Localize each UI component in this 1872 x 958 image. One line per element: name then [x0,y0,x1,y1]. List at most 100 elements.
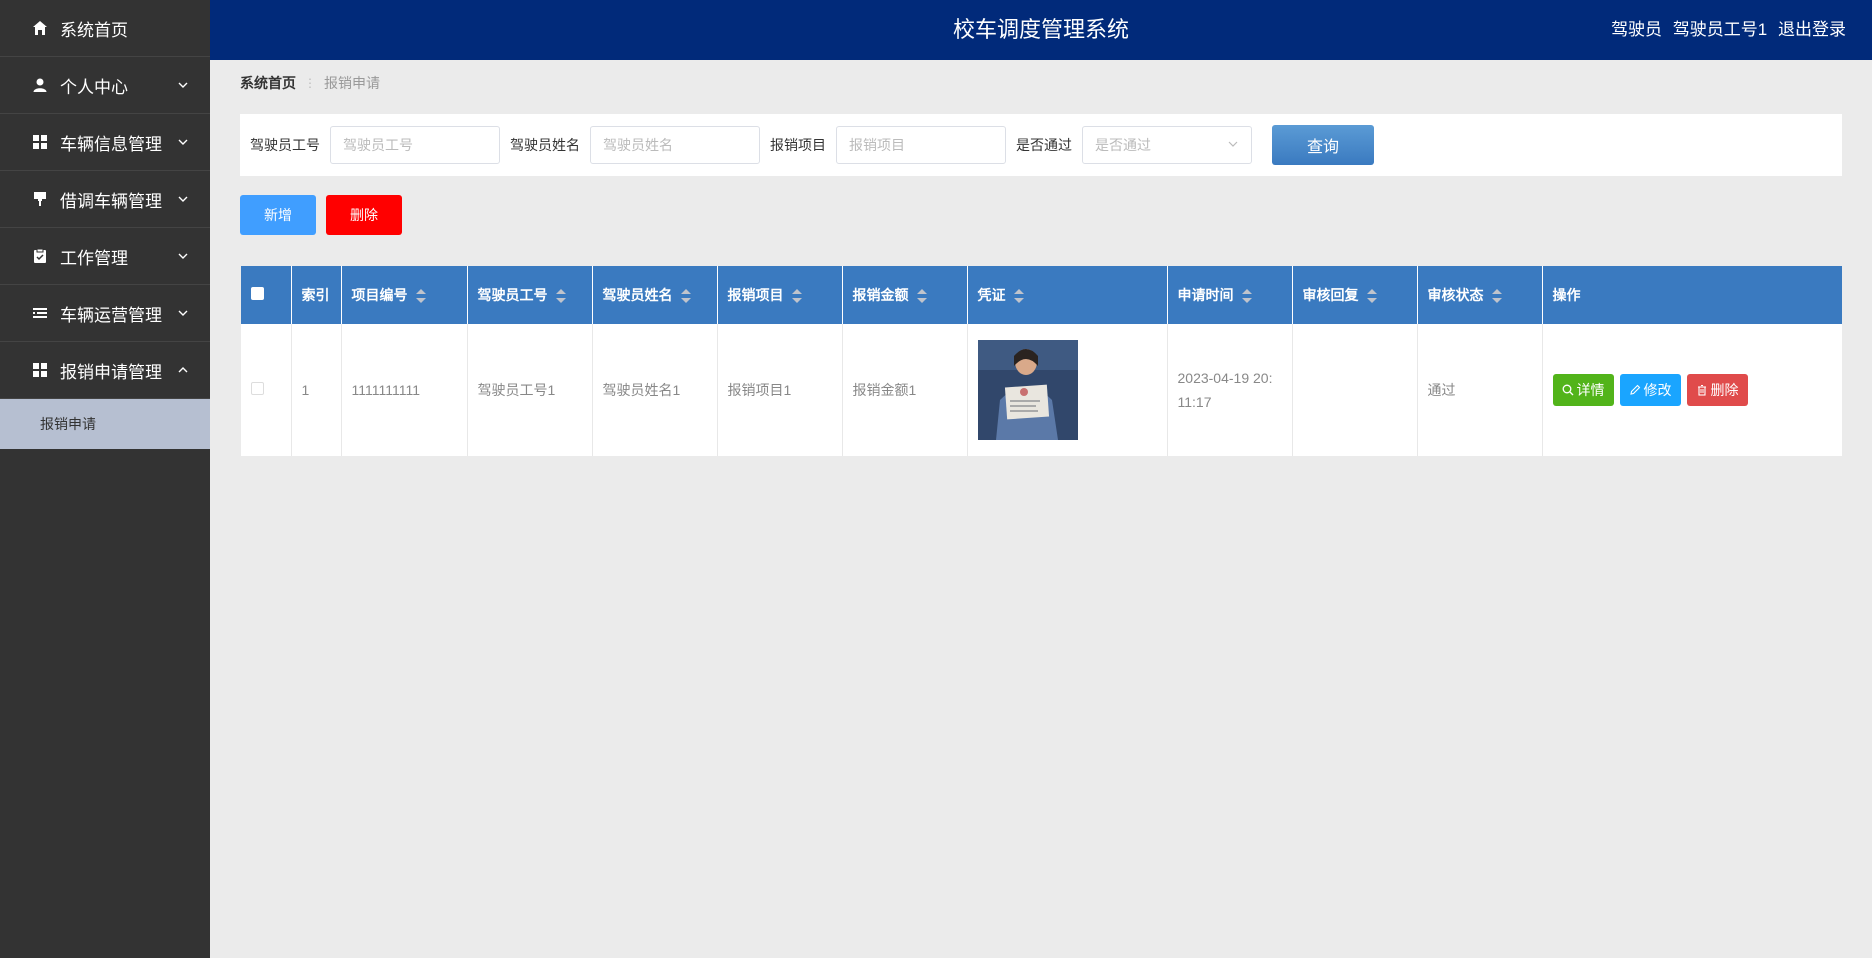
sidebar: 系统首页 个人中心 车辆信息管理 借调车辆管理 工作管理 车辆运营管理 报销申请… [0,0,210,958]
table-header-row: 索引 项目编号 驾驶员工号 驾驶员姓名 报销项目 报销金额 凭证 申请时间 审核… [241,266,1842,324]
query-button[interactable]: 查询 [1272,125,1374,165]
col-label: 项目编号 [351,287,408,303]
trash-icon [1697,385,1706,396]
sidebar-item-label: 借调车辆管理 [60,191,162,211]
col-label: 审核状态 [1427,287,1484,303]
sort-icon[interactable] [415,289,426,304]
user-role: 驾驶员 [1611,20,1663,39]
apply-time-line2: 11:17 [1177,394,1212,410]
table-row: 1 1111111111 驾驶员工号1 驾驶员姓名1 报销项目1 报销金额1 2… [241,324,1842,456]
item-input[interactable] [836,126,1006,164]
driver-name-input[interactable] [590,126,760,164]
sort-icon[interactable] [680,289,691,304]
col-status[interactable]: 审核状态 [1417,266,1543,324]
col-ops: 操作 [1542,266,1842,324]
driver-id-input[interactable] [330,126,500,164]
cell-apply-time: 2023-04-19 20: 11:17 [1167,324,1293,456]
apply-time-line1: 2023-04-19 20: [1177,370,1273,386]
col-amount[interactable]: 报销金额 [842,266,968,324]
sort-icon[interactable] [916,289,927,304]
cell-amount: 报销金额1 [842,324,968,456]
user-icon [30,75,50,95]
search-panel: 驾驶员工号 驾驶员姓名 报销项目 是否通过 是否通过 查询 [240,114,1842,176]
cell-status: 通过 [1417,324,1543,456]
col-item[interactable]: 报销项目 [717,266,843,324]
col-label: 报销金额 [852,287,909,303]
sort-icon[interactable] [1241,289,1252,304]
view-label: 详情 [1576,382,1605,398]
chevron-down-icon [176,192,190,206]
sidebar-item-label: 系统首页 [60,20,128,40]
edit-label: 修改 [1643,382,1672,398]
grid-icon [30,132,50,152]
row-actions: 详情 修改 删除 [1552,374,1843,406]
voucher-thumbnail[interactable] [977,340,1078,440]
sidebar-item-vehicle-info[interactable]: 车辆信息管理 [0,114,210,171]
sidebar-item-vehicle-operation[interactable]: 车辆运营管理 [0,285,210,342]
sidebar-item-personal-center[interactable]: 个人中心 [0,57,210,114]
driver-name-label: 驾驶员姓名 [510,137,580,153]
col-project-no[interactable]: 项目编号 [341,266,468,324]
sort-icon[interactable] [1366,289,1377,304]
sidebar-item-label: 报销申请管理 [60,362,162,382]
sidebar-subitem-label: 报销申请 [40,416,96,432]
cell-index: 1 [291,324,342,456]
breadcrumb-home[interactable]: 系统首页 [240,73,296,93]
sidebar-item-label: 工作管理 [60,248,128,268]
col-driver-name[interactable]: 驾驶员姓名 [592,266,718,324]
sidebar-item-vehicle-loan[interactable]: 借调车辆管理 [0,171,210,228]
cell-reply [1292,324,1418,456]
view-button[interactable]: 详情 [1552,374,1614,406]
chevron-up-icon [176,363,190,377]
col-label: 报销项目 [727,287,784,303]
driver-id-label: 驾驶员工号 [250,137,320,153]
chevron-down-icon [1227,137,1239,153]
sort-icon[interactable] [791,289,802,304]
col-label: 申请时间 [1177,287,1234,303]
col-label: 操作 [1552,287,1581,303]
breadcrumb-current: 报销申请 [324,75,380,91]
add-button[interactable]: 新增 [240,195,316,235]
select-all-checkbox[interactable] [251,287,264,300]
sidebar-item-home[interactable]: 系统首页 [0,0,210,57]
sidebar-item-label: 个人中心 [60,77,128,97]
breadcrumb-separator-icon: ⋮ [304,76,316,90]
sidebar-item-work[interactable]: 工作管理 [0,228,210,285]
edit-button[interactable]: 修改 [1619,374,1681,406]
pass-select[interactable]: 是否通过 [1082,126,1252,164]
row-checkbox[interactable] [251,382,264,395]
top-header: 校车调度管理系统 驾驶员 驾驶员工号1 退出登录 [210,0,1872,60]
user-name: 驾驶员工号1 [1672,20,1768,39]
brush-icon [30,189,50,209]
pass-select-placeholder: 是否通过 [1095,137,1151,153]
list-icon [30,303,50,323]
grid-icon [30,360,50,380]
col-label: 驾驶员工号 [477,287,548,303]
col-label: 索引 [301,287,330,303]
select-all-cell [241,266,292,324]
col-apply-time[interactable]: 申请时间 [1167,266,1293,324]
sidebar-item-reimbursement[interactable]: 报销申请管理 [0,342,210,399]
sort-icon[interactable] [1013,289,1024,304]
col-reply[interactable]: 审核回复 [1292,266,1418,324]
pass-label: 是否通过 [1016,137,1072,153]
sort-icon[interactable] [1491,289,1502,304]
col-label: 审核回复 [1302,287,1359,303]
sidebar-item-label: 车辆信息管理 [60,134,162,154]
sidebar-item-label: 车辆运营管理 [60,305,162,325]
chevron-down-icon [176,249,190,263]
col-voucher[interactable]: 凭证 [967,266,1168,324]
batch-delete-button[interactable]: 删除 [326,195,402,235]
sort-icon[interactable] [555,289,566,304]
item-label: 报销项目 [770,137,826,153]
cell-ops: 详情 修改 删除 [1542,324,1842,456]
row-select-cell [241,324,292,456]
cell-voucher [967,324,1168,456]
delete-button[interactable]: 删除 [1686,374,1748,406]
col-index: 索引 [291,266,342,324]
cell-project-no: 1111111111 [341,324,468,456]
clipboard-icon [30,246,50,266]
logout-link[interactable]: 退出登录 [1778,20,1846,39]
sidebar-subitem-reimbursement-apply[interactable]: 报销申请 [0,399,210,449]
col-driver-id[interactable]: 驾驶员工号 [467,266,593,324]
